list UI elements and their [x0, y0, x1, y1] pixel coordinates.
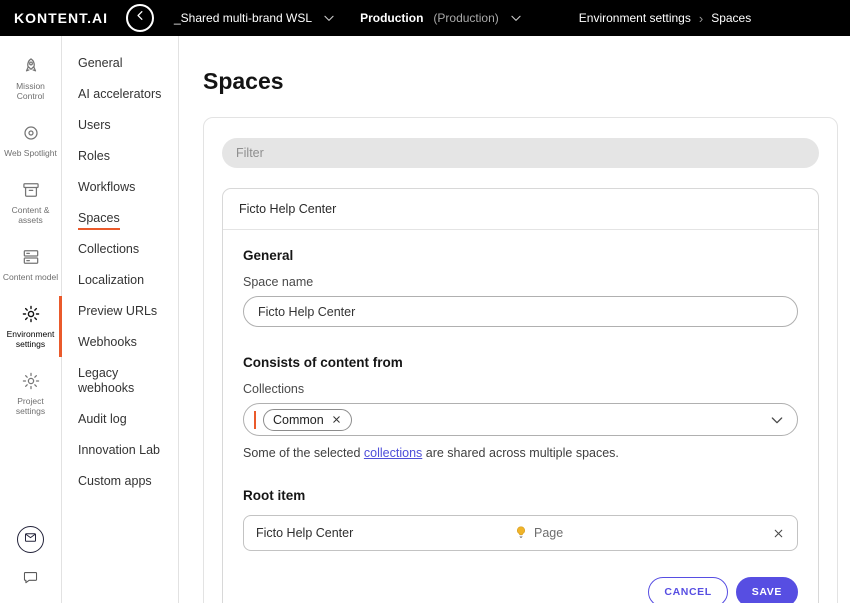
- page-title: Spaces: [203, 68, 838, 95]
- sidebar-item-legacy-webhooks[interactable]: Legacy webhooks: [62, 358, 178, 404]
- nav-item-label: Web Spotlight: [4, 148, 57, 158]
- sidebar-item-custom-apps[interactable]: Custom apps: [62, 466, 178, 497]
- nav-item-project-settings[interactable]: Project settings: [0, 363, 61, 424]
- chevron-down-icon: [322, 11, 336, 25]
- general-section-heading: General: [243, 248, 798, 263]
- nav-item-label: Content & assets: [2, 205, 59, 225]
- topbar: KONTENT.AI _Shared multi-brand WSL Produ…: [0, 0, 850, 36]
- sidebar-item-audit-log[interactable]: Audit log: [62, 404, 178, 435]
- help-chat-button[interactable]: [17, 526, 44, 553]
- collapse-nav-button[interactable]: [126, 4, 154, 32]
- space-name-label: Space name: [243, 275, 798, 289]
- collections-helper-text: Some of the selected collections are sha…: [243, 446, 798, 460]
- breadcrumb-parent[interactable]: Environment settings: [579, 11, 691, 25]
- sidebar-item-users[interactable]: Users: [62, 110, 178, 141]
- collections-link[interactable]: collections: [364, 446, 422, 460]
- nav-item-environment-settings[interactable]: Environment settings: [0, 296, 61, 357]
- content-from-heading: Consists of content from: [243, 355, 798, 370]
- save-button[interactable]: SAVE: [736, 577, 798, 603]
- space-name-input[interactable]: [243, 296, 798, 327]
- breadcrumb-separator: ›: [699, 11, 703, 26]
- project-switcher[interactable]: _Shared multi-brand WSL: [174, 11, 336, 25]
- actions-row: CANCEL SAVE: [243, 577, 798, 603]
- main-nav: Mission Control Web Spotlight Content & …: [0, 36, 62, 603]
- environment-name: Production: [360, 11, 423, 25]
- space-item-body: General Space name Consists of content f…: [223, 230, 818, 603]
- nav-item-mission-control[interactable]: Mission Control: [0, 48, 61, 109]
- nav-bottom: [0, 516, 61, 603]
- environment-suffix: (Production): [433, 11, 498, 25]
- environment-switcher[interactable]: Production (Production): [360, 11, 523, 25]
- text-caret: [254, 411, 256, 429]
- breadcrumb-current: Spaces: [711, 11, 751, 25]
- lightbulb-icon: [514, 525, 528, 542]
- kontent-logo: KONTENT.AI: [14, 10, 108, 26]
- nav-item-web-spotlight[interactable]: Web Spotlight: [0, 115, 61, 166]
- archive-icon: [21, 180, 41, 202]
- nav-item-label: Environment settings: [2, 329, 59, 349]
- collections-label: Collections: [243, 382, 798, 396]
- spotlight-icon: [21, 123, 41, 145]
- settings-sidebar: General AI accelerators Users Roles Work…: [62, 36, 179, 603]
- sidebar-item-collections[interactable]: Collections: [62, 234, 178, 265]
- space-item-header[interactable]: Ficto Help Center: [223, 189, 818, 230]
- chevron-down-icon[interactable]: [769, 412, 785, 428]
- chip-label: Common: [273, 413, 324, 427]
- nav-item-content-model[interactable]: Content model: [0, 239, 61, 290]
- nav-item-label: Content model: [3, 272, 58, 282]
- breadcrumb: Environment settings › Spaces: [579, 11, 751, 26]
- nav-item-label: Mission Control: [2, 81, 59, 101]
- chevron-left-icon: [134, 9, 147, 27]
- sidebar-item-ai-accelerators[interactable]: AI accelerators: [62, 79, 178, 110]
- rocket-icon: [21, 56, 41, 78]
- gear-icon: [21, 304, 41, 326]
- sidebar-item-localization[interactable]: Localization: [62, 265, 178, 296]
- layers-icon: [21, 247, 41, 269]
- project-name: _Shared multi-brand WSL: [174, 11, 312, 25]
- root-item-heading: Root item: [243, 488, 798, 503]
- sidebar-item-general[interactable]: General: [62, 48, 178, 79]
- envelope-icon: [23, 530, 38, 550]
- nav-item-content-assets[interactable]: Content & assets: [0, 172, 61, 233]
- sidebar-item-webhooks[interactable]: Webhooks: [62, 327, 178, 358]
- feedback-icon[interactable]: [22, 569, 39, 591]
- sidebar-item-workflows[interactable]: Workflows: [62, 172, 178, 203]
- sidebar-item-innovation-lab[interactable]: Innovation Lab: [62, 435, 178, 466]
- sidebar-item-spaces[interactable]: Spaces: [62, 203, 178, 234]
- filter-input[interactable]: [222, 138, 819, 168]
- sidebar-item-preview-urls[interactable]: Preview URLs: [62, 296, 178, 327]
- root-item-type-label: Page: [534, 526, 563, 540]
- spaces-panel: Ficto Help Center General Space name Con…: [203, 117, 838, 603]
- collections-multiselect[interactable]: Common: [243, 403, 798, 436]
- space-item-card: Ficto Help Center General Space name Con…: [222, 188, 819, 603]
- nav-item-label: Project settings: [2, 396, 59, 416]
- root-item-remove-icon[interactable]: [772, 527, 785, 540]
- collection-chip[interactable]: Common: [263, 409, 352, 431]
- cancel-button[interactable]: CANCEL: [648, 577, 727, 603]
- root-item-type: Page: [514, 525, 772, 542]
- root-item-name: Ficto Help Center: [256, 526, 514, 540]
- sidebar-item-roles[interactable]: Roles: [62, 141, 178, 172]
- main-content: Spaces Ficto Help Center General Space n…: [179, 36, 850, 603]
- gear-icon: [21, 371, 41, 393]
- chevron-down-icon: [509, 11, 523, 25]
- chip-remove-icon[interactable]: [331, 414, 342, 425]
- root-item-selector[interactable]: Ficto Help Center Page: [243, 515, 798, 551]
